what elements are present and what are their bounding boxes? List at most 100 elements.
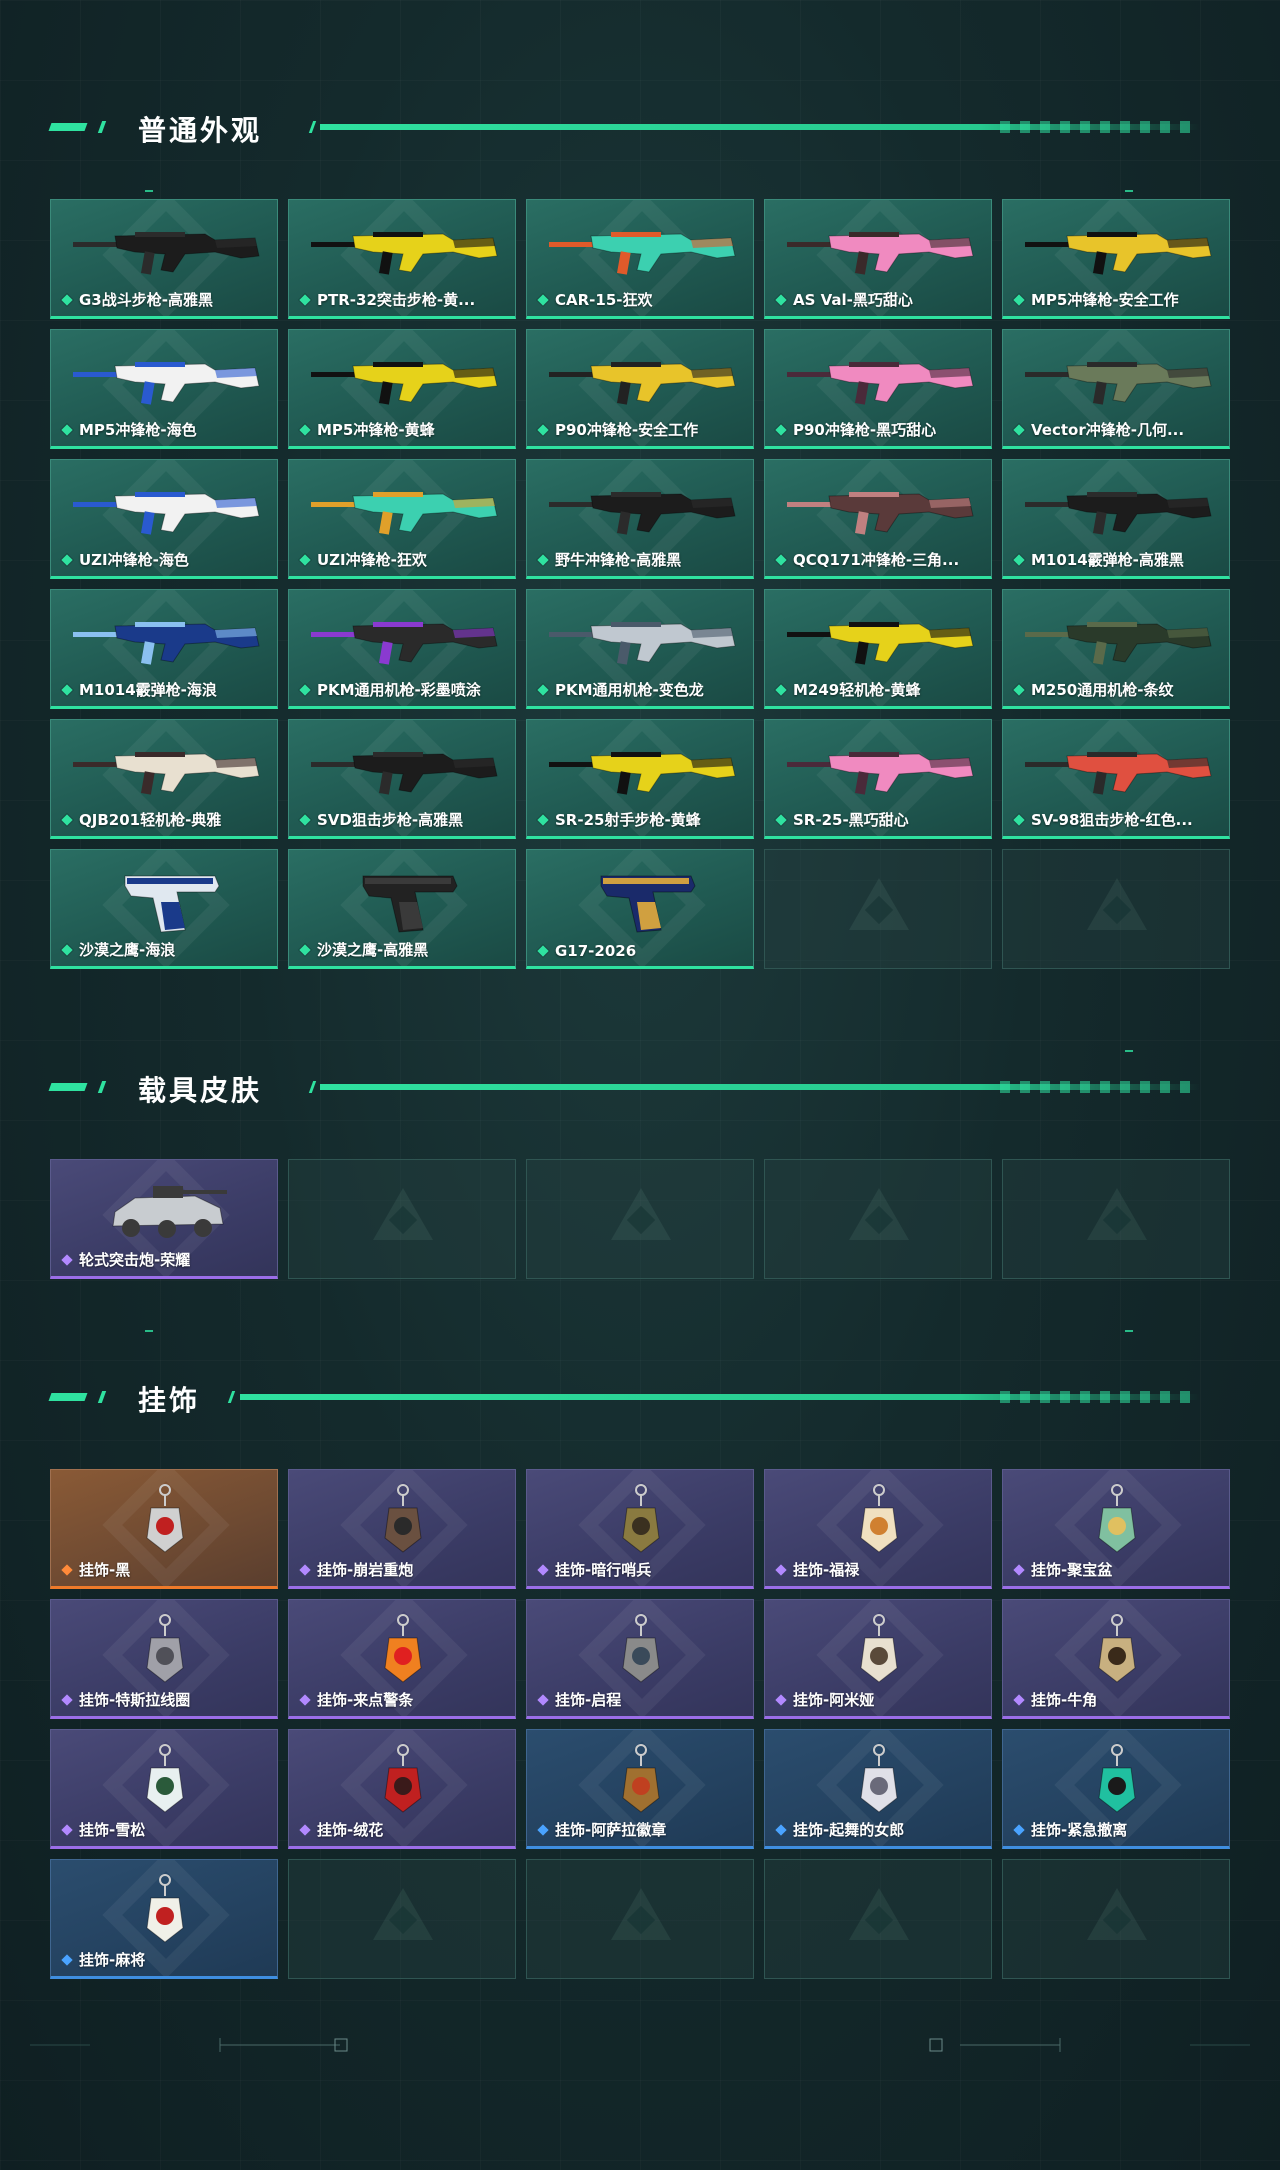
weapon-card[interactable]: G3战斗步枪-高雅黑 bbox=[50, 199, 278, 319]
charm-card[interactable]: 挂饰-绒花 bbox=[288, 1729, 516, 1849]
item-name: M1014霰弹枪-海浪 bbox=[79, 681, 217, 699]
weapon-image bbox=[73, 752, 260, 795]
weapon-card[interactable]: UZI冲锋枪-海色 bbox=[50, 459, 278, 579]
weapon-card[interactable]: AS Val-黑巧甜心 bbox=[764, 199, 992, 319]
charm-card[interactable]: 挂饰-聚宝盆 bbox=[1002, 1469, 1230, 1589]
header-marker bbox=[308, 1081, 317, 1093]
weapon-card[interactable]: 野牛冲锋枪-高雅黑 bbox=[526, 459, 754, 579]
charm-card[interactable]: 挂饰-雪松 bbox=[50, 1729, 278, 1849]
item-name-row: 挂饰-启程 bbox=[537, 1689, 621, 1710]
item-name: PTR-32突击步枪-黄... bbox=[317, 291, 476, 309]
charm-card[interactable]: 挂饰-来点警条 bbox=[288, 1599, 516, 1719]
item-name-row: 野牛冲锋枪-高雅黑 bbox=[537, 549, 681, 570]
empty-slot bbox=[764, 1859, 992, 1979]
charm-thumbnail bbox=[65, 1482, 265, 1556]
rarity-diamond-icon bbox=[1013, 423, 1025, 436]
weapon-card[interactable]: QCQ171冲锋枪-三角... bbox=[764, 459, 992, 579]
item-name: QJB201轻机枪-典雅 bbox=[79, 811, 222, 829]
charm-image bbox=[384, 1614, 422, 1683]
charm-card[interactable]: 挂饰-起舞的女郎 bbox=[764, 1729, 992, 1849]
weapon-card[interactable]: MP5冲锋枪-安全工作 bbox=[1002, 199, 1230, 319]
charm-thumbnail bbox=[303, 1482, 503, 1556]
weapon-card[interactable]: M249轻机枪-黄蜂 bbox=[764, 589, 992, 709]
weapon-card[interactable]: MP5冲锋枪-黄蜂 bbox=[288, 329, 516, 449]
weapon-thumbnail bbox=[541, 472, 741, 546]
weapon-card[interactable]: SR-25射手步枪-黄蜂 bbox=[526, 719, 754, 839]
weapon-card[interactable]: PKM通用机枪-彩墨喷涂 bbox=[288, 589, 516, 709]
charm-card[interactable]: 挂饰-暗行哨兵 bbox=[526, 1469, 754, 1589]
weapon-card[interactable]: P90冲锋枪-安全工作 bbox=[526, 329, 754, 449]
weapon-thumbnail bbox=[779, 472, 979, 546]
charm-image bbox=[146, 1874, 184, 1943]
charm-image bbox=[1098, 1744, 1136, 1813]
weapon-card[interactable]: SVD狙击步枪-高雅黑 bbox=[288, 719, 516, 839]
item-name: QCQ171冲锋枪-三角... bbox=[793, 551, 960, 569]
weapon-card[interactable]: CAR-15-狂欢 bbox=[526, 199, 754, 319]
item-name: SR-25-黑巧甜心 bbox=[793, 811, 909, 829]
item-name-row: UZI冲锋枪-狂欢 bbox=[299, 549, 427, 570]
charm-card[interactable]: 挂饰-特斯拉线圈 bbox=[50, 1599, 278, 1719]
item-name: 轮式突击炮-荣耀 bbox=[79, 1251, 191, 1269]
charm-thumbnail bbox=[1017, 1742, 1217, 1816]
game-logo-icon bbox=[373, 1888, 433, 1940]
rarity-diamond-icon bbox=[61, 683, 73, 696]
weapon-card[interactable]: PKM通用机枪-变色龙 bbox=[526, 589, 754, 709]
item-name: 挂饰-阿米娅 bbox=[793, 1691, 875, 1709]
weapon-card[interactable]: SV-98狙击步枪-红色... bbox=[1002, 719, 1230, 839]
rarity-diamond-icon bbox=[537, 1693, 549, 1706]
weapon-thumbnail bbox=[779, 212, 979, 286]
weapon-card[interactable]: SR-25-黑巧甜心 bbox=[764, 719, 992, 839]
item-name-row: PTR-32突击步枪-黄... bbox=[299, 289, 476, 310]
section-header: 挂饰 bbox=[48, 1374, 1200, 1424]
game-logo-icon bbox=[849, 1188, 909, 1240]
item-name: MP5冲锋枪-黄蜂 bbox=[317, 421, 435, 439]
weapon-thumbnail bbox=[65, 602, 265, 676]
vehicle-card[interactable]: 轮式突击炮-荣耀 bbox=[50, 1159, 278, 1279]
weapon-card[interactable]: M1014霰弹枪-高雅黑 bbox=[1002, 459, 1230, 579]
weapon-card[interactable]: P90冲锋枪-黑巧甜心 bbox=[764, 329, 992, 449]
item-name-row: M250通用机枪-条纹 bbox=[1013, 679, 1173, 700]
charm-card[interactable]: 挂饰-紧急撤离 bbox=[1002, 1729, 1230, 1849]
charm-card[interactable]: 挂饰-福禄 bbox=[764, 1469, 992, 1589]
weapon-card[interactable]: 沙漠之鹰-海浪 bbox=[50, 849, 278, 969]
rarity-diamond-icon bbox=[61, 1693, 73, 1706]
weapon-thumbnail bbox=[65, 862, 265, 936]
item-name-row: 挂饰-聚宝盆 bbox=[1013, 1559, 1112, 1580]
item-name-row: P90冲锋枪-安全工作 bbox=[537, 419, 698, 440]
weapon-card[interactable]: G17-2026 bbox=[526, 849, 754, 969]
game-logo-icon bbox=[373, 1188, 433, 1240]
weapon-card[interactable]: 沙漠之鹰-高雅黑 bbox=[288, 849, 516, 969]
charm-card[interactable]: 挂饰-阿萨拉徽章 bbox=[526, 1729, 754, 1849]
weapon-card[interactable]: Vector冲锋枪-几何... bbox=[1002, 329, 1230, 449]
item-name-row: SVD狙击步枪-高雅黑 bbox=[299, 809, 463, 830]
empty-slot bbox=[1002, 1859, 1230, 1979]
weapon-thumbnail bbox=[65, 732, 265, 806]
charm-card[interactable]: 挂饰-麻将 bbox=[50, 1859, 278, 1979]
item-name-row: M249轻机枪-黄蜂 bbox=[775, 679, 920, 700]
rarity-diamond-icon bbox=[299, 423, 311, 436]
charm-card[interactable]: 挂饰-阿米娅 bbox=[764, 1599, 992, 1719]
weapon-card[interactable]: UZI冲锋枪-狂欢 bbox=[288, 459, 516, 579]
weapon-card[interactable]: M250通用机枪-条纹 bbox=[1002, 589, 1230, 709]
section-title: 载具皮肤 bbox=[138, 1074, 263, 1107]
charm-card[interactable]: 挂饰-黑 bbox=[50, 1469, 278, 1589]
charm-card[interactable]: 挂饰-牛角 bbox=[1002, 1599, 1230, 1719]
weapon-thumbnail bbox=[303, 472, 503, 546]
charm-thumbnail bbox=[541, 1742, 741, 1816]
header-marker bbox=[97, 1081, 107, 1093]
rarity-diamond-icon bbox=[775, 423, 787, 436]
weapon-card[interactable]: PTR-32突击步枪-黄... bbox=[288, 199, 516, 319]
rarity-diamond-icon bbox=[537, 683, 549, 696]
weapon-image bbox=[311, 492, 498, 535]
charm-card[interactable]: 挂饰-崩岩重炮 bbox=[288, 1469, 516, 1589]
charm-grid: 挂饰-黑 挂饰-崩岩重炮 挂饰-暗行哨兵 挂饰-福禄 挂饰-聚宝盆 挂饰-特斯拉… bbox=[50, 1469, 1230, 1979]
weapon-card[interactable]: QJB201轻机枪-典雅 bbox=[50, 719, 278, 839]
weapon-card[interactable]: MP5冲锋枪-海色 bbox=[50, 329, 278, 449]
charm-card[interactable]: 挂饰-启程 bbox=[526, 1599, 754, 1719]
weapon-card[interactable]: M1014霰弹枪-海浪 bbox=[50, 589, 278, 709]
tick-mark bbox=[1125, 1050, 1133, 1052]
item-name: 挂饰-起舞的女郎 bbox=[793, 1821, 905, 1839]
item-name: 挂饰-麻将 bbox=[79, 1951, 146, 1969]
weapon-thumbnail bbox=[65, 342, 265, 416]
tick-mark bbox=[145, 1330, 153, 1332]
